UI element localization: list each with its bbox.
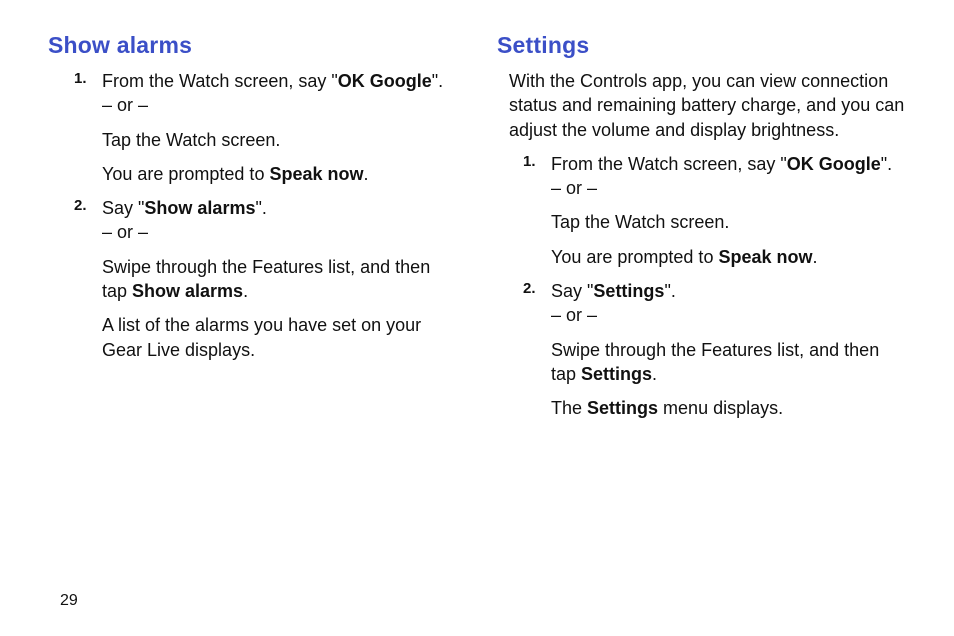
list-item: Say "Settings". – or – Swipe through the… — [551, 279, 906, 420]
text: ". — [255, 198, 266, 218]
right-list: From the Watch screen, say "OK Google". … — [497, 152, 906, 421]
text: . — [243, 281, 248, 301]
bold-text: OK Google — [338, 71, 432, 91]
step-text: Say "Settings". – or – — [551, 279, 906, 328]
bold-text: OK Google — [787, 154, 881, 174]
text: menu displays. — [658, 398, 783, 418]
bold-text: Settings — [587, 398, 658, 418]
or-text: – or – — [102, 95, 148, 115]
text: . — [652, 364, 657, 384]
bold-text: Settings — [593, 281, 664, 301]
step-text: You are prompted to Speak now. — [551, 245, 906, 269]
bold-text: Show alarms — [132, 281, 243, 301]
step-text: A list of the alarms you have set on you… — [102, 313, 457, 362]
bold-text: Show alarms — [144, 198, 255, 218]
text: ". — [432, 71, 443, 91]
or-text: – or – — [551, 305, 597, 325]
or-text: – or – — [102, 222, 148, 242]
heading-show-alarms: Show alarms — [48, 32, 457, 59]
step-text: From the Watch screen, say "OK Google". … — [551, 152, 906, 201]
list-item: From the Watch screen, say "OK Google". … — [551, 152, 906, 269]
page-number: 29 — [60, 592, 78, 610]
text: ". — [881, 154, 892, 174]
text: You are prompted to — [551, 247, 718, 267]
right-column: Settings With the Controls app, you can … — [497, 32, 906, 431]
bold-text: Settings — [581, 364, 652, 384]
heading-settings: Settings — [497, 32, 906, 59]
intro-text: With the Controls app, you can view conn… — [497, 69, 906, 142]
step-text: Swipe through the Features list, and the… — [102, 255, 457, 304]
left-column: Show alarms From the Watch screen, say "… — [48, 32, 457, 431]
step-text: The Settings menu displays. — [551, 396, 906, 420]
step-text: Tap the Watch screen. — [102, 128, 457, 152]
text: From the Watch screen, say " — [551, 154, 787, 174]
list-item: Say "Show alarms". – or – Swipe through … — [102, 196, 457, 362]
or-text: – or – — [551, 178, 597, 198]
bold-text: Speak now — [718, 247, 812, 267]
step-text: Tap the Watch screen. — [551, 210, 906, 234]
step-text: Swipe through the Features list, and the… — [551, 338, 906, 387]
text: Say " — [551, 281, 593, 301]
bold-text: Speak now — [269, 164, 363, 184]
list-item: From the Watch screen, say "OK Google". … — [102, 69, 457, 186]
text: The — [551, 398, 587, 418]
text: Say " — [102, 198, 144, 218]
text: . — [812, 247, 817, 267]
step-text: Say "Show alarms". – or – — [102, 196, 457, 245]
text: From the Watch screen, say " — [102, 71, 338, 91]
content-columns: Show alarms From the Watch screen, say "… — [48, 32, 906, 431]
step-text: You are prompted to Speak now. — [102, 162, 457, 186]
text: . — [363, 164, 368, 184]
text: ". — [664, 281, 675, 301]
step-text: From the Watch screen, say "OK Google". … — [102, 69, 457, 118]
text: You are prompted to — [102, 164, 269, 184]
left-list: From the Watch screen, say "OK Google". … — [48, 69, 457, 362]
